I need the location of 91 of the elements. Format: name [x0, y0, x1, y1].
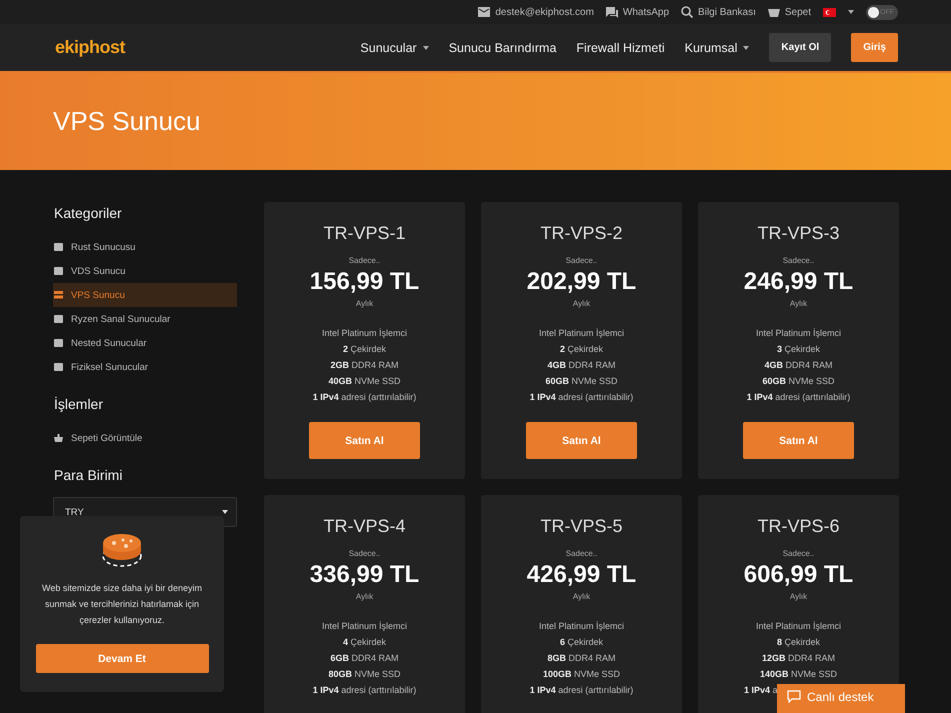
basket-icon	[54, 434, 63, 442]
feature-text: Intel Platinum İşlemci	[756, 327, 842, 340]
server-icon	[54, 291, 63, 299]
feature-text: Intel Platinum İşlemci	[538, 327, 624, 340]
product-name: TR-VPS-2	[540, 223, 622, 244]
feature-text: 1 IPv4 adresi (arttırılabilir)	[530, 684, 634, 697]
feature-text: 1 IPv4 a	[744, 684, 778, 697]
whatsapp-link[interactable]: WhatsApp	[606, 6, 670, 18]
price: 336,99 TL	[310, 561, 420, 589]
price-period: Aylık	[572, 592, 590, 601]
product-name: TR-VPS-4	[323, 516, 406, 537]
product-name: TR-VPS-6	[757, 516, 840, 537]
price: 246,99 TL	[744, 268, 854, 296]
box-icon	[54, 243, 63, 251]
cookie-message: Web sitemizde size daha iyi bir deneyim sunmak ve tercihlerinizi hatırlamak için çerezler kullanıyoruz.	[41, 582, 203, 627]
page-title: VPS Sunucu	[53, 106, 200, 137]
price-period: Aylık	[356, 592, 374, 601]
product-name: TR-VPS-3	[757, 223, 840, 244]
feature-text: 1 IPv4 adresi (arttırılabilir)	[530, 391, 634, 404]
feature-text: 6 Çekirdek	[560, 636, 604, 649]
feature-text: 1 IPv4 adresi (arttırılabilir)	[746, 391, 850, 404]
feature-text: Intel Platinum İşlemci	[322, 327, 408, 340]
feature-text: Intel Platinum İşlemci	[538, 620, 624, 633]
cart-link[interactable]: Sepet	[768, 6, 811, 18]
section-heading: Kategoriler	[54, 205, 123, 221]
price-period: Aylık	[572, 299, 590, 308]
search-icon	[681, 6, 694, 18]
box-icon	[54, 363, 63, 371]
feature-text: 100GB NVMe SSD	[542, 668, 620, 681]
product-name: TR-VPS-5	[540, 516, 622, 537]
category-link[interactable]: Ryzen Sanal Sunucular	[53, 307, 237, 331]
register-button[interactable]: Kayıt Ol	[769, 33, 832, 62]
price-prefix: Sadece..	[782, 549, 814, 558]
nav-link[interactable]: Kurumsal	[684, 40, 750, 54]
category-link[interactable]: Nested Sunucular	[53, 331, 237, 355]
feature-text: 60GB NVMe SSD	[545, 375, 618, 388]
feature-text: Intel Platinum İşlemci	[756, 620, 842, 633]
price-period: Aylık	[356, 299, 374, 308]
nav-link[interactable]: Sunucular	[360, 40, 429, 54]
category-link[interactable]: VDS Sunucu	[53, 259, 237, 283]
price: 606,99 TL	[744, 561, 854, 589]
feature-text: 8 Çekirdek	[776, 636, 820, 649]
feature-text: 8GB DDR4 RAM	[547, 652, 616, 665]
chat-icon	[787, 690, 801, 703]
feature-text: 2GB DDR4 RAM	[330, 359, 399, 372]
feature-text: 6GB DDR4 RAM	[330, 652, 399, 665]
price-prefix: Sadece..	[348, 256, 380, 265]
knowledge-base-link[interactable]: Bilgi Bankası	[681, 6, 756, 18]
box-icon	[54, 339, 63, 347]
flag-icon[interactable]	[823, 8, 836, 16]
price: 426,99 TL	[526, 561, 636, 589]
feature-text: Intel Platinum İşlemci	[322, 620, 408, 633]
nav-link[interactable]: Firewall Hizmeti	[576, 40, 665, 54]
price-prefix: Sadece..	[348, 549, 380, 558]
feature-text: 4 Çekirdek	[342, 636, 386, 649]
email-link[interactable]: destek@ekiphost.com	[478, 6, 594, 18]
nav-link[interactable]: Sunucu Barındırma	[448, 40, 556, 54]
price-prefix: Sadece..	[566, 256, 598, 265]
feature-text: 2 Çekirdek	[342, 343, 386, 356]
feature-text: 1 IPv4 adresi (arttırılabilir)	[312, 684, 416, 697]
mail-icon	[478, 7, 490, 17]
feature-text: 12GB DDR4 RAM	[762, 652, 836, 665]
price-prefix: Sadece..	[566, 549, 598, 558]
caret-icon	[848, 10, 854, 14]
price: 156,99 TL	[310, 268, 420, 296]
caret-icon	[222, 510, 228, 514]
feature-text: 60GB NVMe SSD	[762, 375, 835, 388]
feature-text: 3 Çekirdek	[776, 343, 820, 356]
feature-text: 2 Çekirdek	[560, 343, 604, 356]
feature-text: 40GB NVMe SSD	[328, 375, 401, 388]
price: 202,99 TL	[526, 268, 636, 296]
box-icon	[54, 267, 63, 275]
price-period: Aylık	[790, 299, 808, 308]
feature-text: 80GB NVMe SSD	[328, 668, 401, 681]
category-link[interactable]: VPS Sunucu	[53, 283, 237, 307]
section-heading: İşlemler	[54, 396, 104, 412]
view-cart-link[interactable]: Sepeti Görüntüle	[53, 426, 237, 450]
feature-text: 4GB DDR4 RAM	[764, 359, 833, 372]
chat-icon	[606, 6, 618, 18]
feature-text: 1 IPv4 adresi (arttırılabilir)	[312, 391, 416, 404]
category-link[interactable]: Fiziksel Sunucular	[53, 355, 237, 379]
price-period: Aylık	[790, 592, 808, 601]
section-heading: Para Birimi	[54, 467, 124, 483]
category-link[interactable]: Rust Sunucusu	[53, 235, 237, 259]
logo[interactable]: ekiphost	[55, 37, 126, 58]
feature-text: 4GB DDR4 RAM	[547, 359, 616, 372]
product-name: TR-VPS-1	[323, 223, 406, 244]
price-prefix: Sadece..	[782, 256, 814, 265]
feature-text: 140GB NVMe SSD	[760, 668, 838, 681]
basket-icon	[768, 7, 780, 17]
box-icon	[54, 315, 63, 323]
